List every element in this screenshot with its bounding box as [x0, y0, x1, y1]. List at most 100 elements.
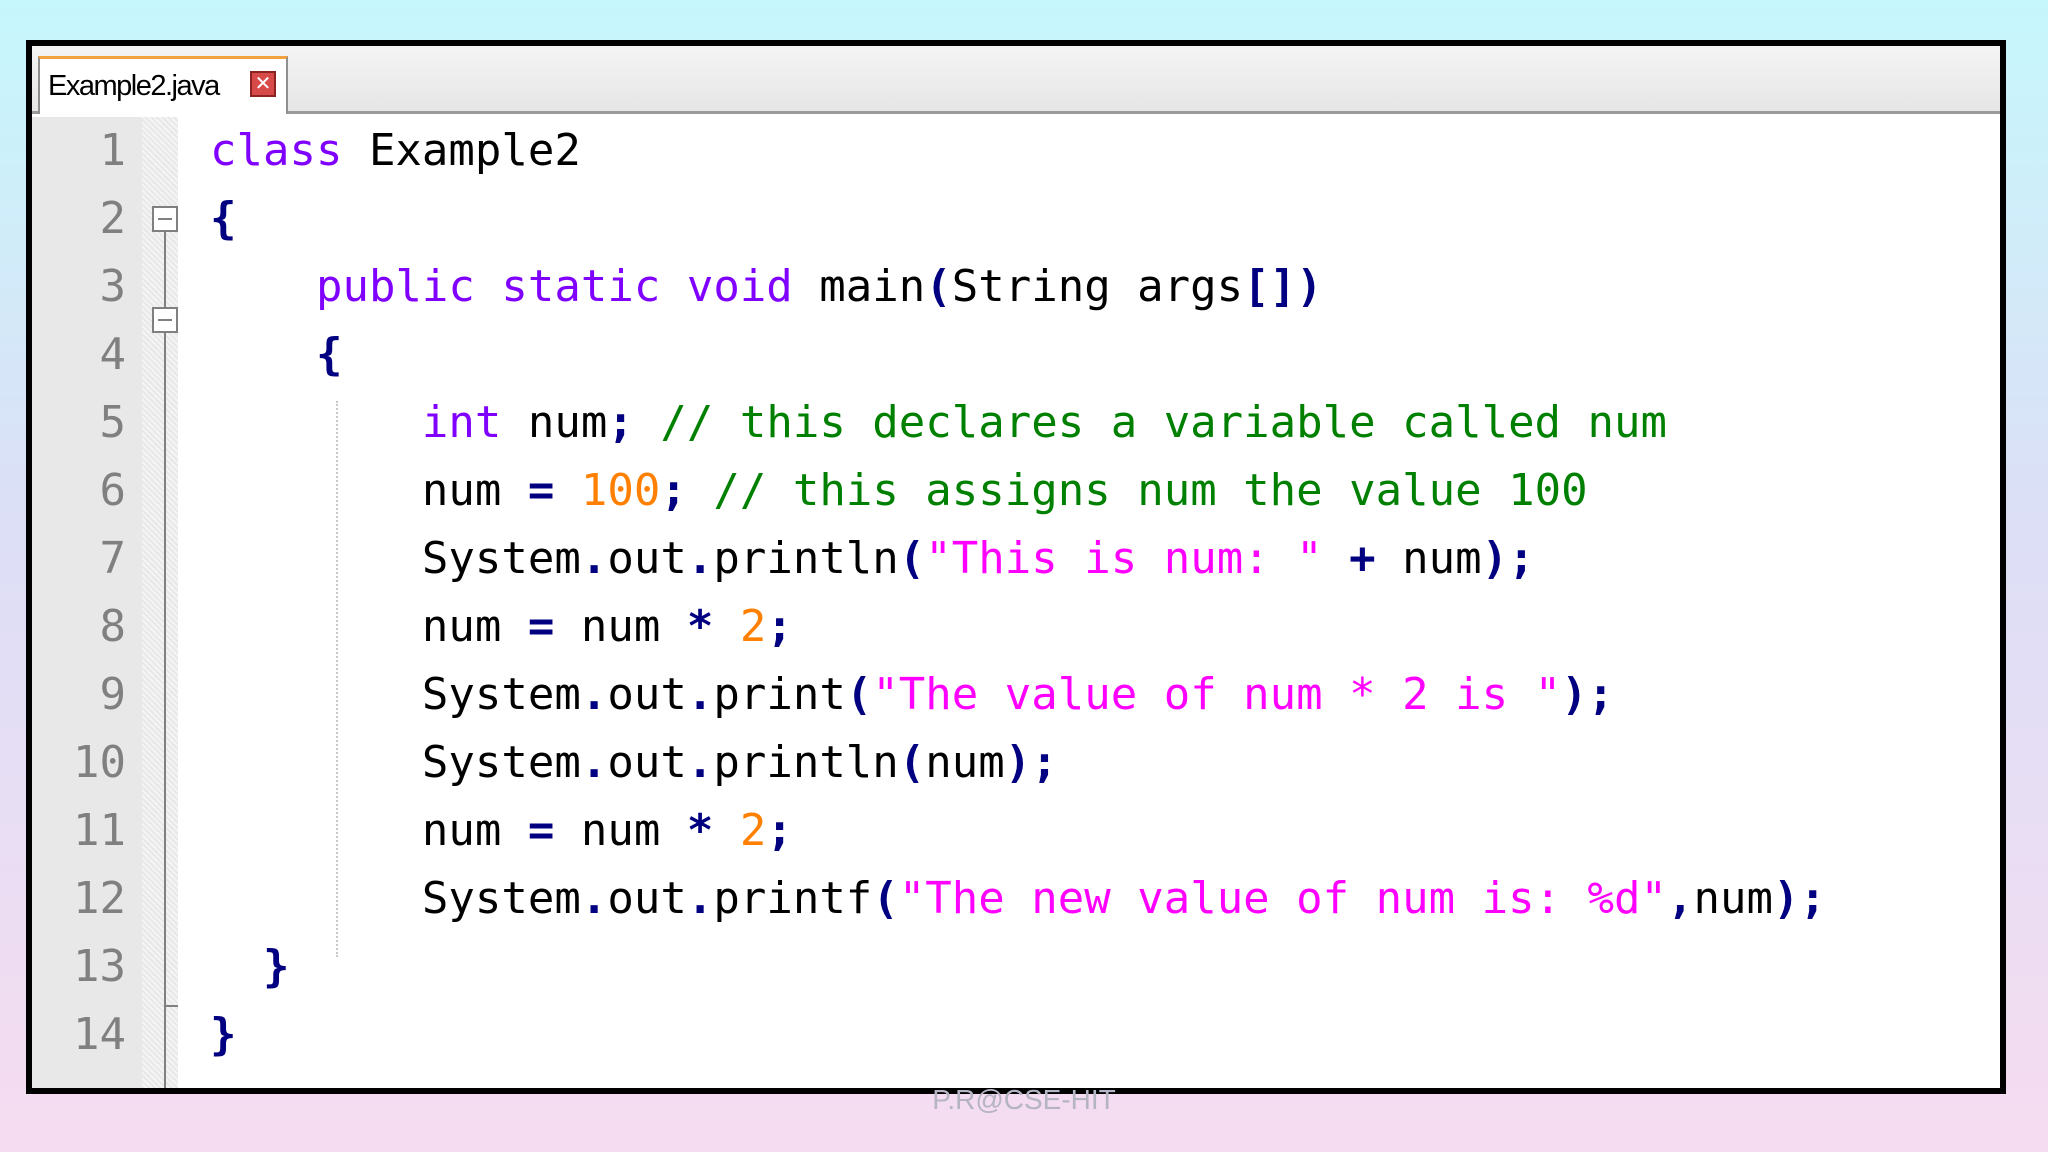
operator-token: ( — [898, 533, 926, 584]
code-text[interactable]: System.out.println("This is num: " + num… — [210, 525, 1535, 593]
operator-token: ; — [766, 601, 793, 652]
line-number: 2 — [99, 193, 127, 244]
operator-token: . — [686, 669, 714, 720]
code-line[interactable]: 8 num = num * 2; — [32, 593, 2000, 661]
line-number: 14 — [73, 1009, 126, 1060]
operator-token: * — [686, 805, 714, 856]
fold-end-marker — [164, 1005, 178, 1007]
plain-token: printf — [713, 873, 873, 924]
operator-token: . — [580, 669, 608, 720]
line-number: 12 — [73, 873, 126, 924]
operator-token: ; — [607, 397, 634, 448]
string-token: "The value of num * 2 is " — [872, 669, 1562, 720]
keyword-token: public static void — [315, 261, 793, 312]
operator-token: . — [686, 533, 714, 584]
fold-collapse-icon[interactable] — [152, 206, 178, 232]
code-line[interactable]: 2{ — [32, 185, 2000, 253]
operator-token: = — [527, 465, 555, 516]
operator-token: ( — [872, 873, 899, 924]
code-text[interactable]: { — [210, 185, 237, 253]
plain-token: num — [554, 805, 687, 856]
plain-token: out — [607, 669, 687, 720]
plain-token: num — [210, 805, 528, 856]
line-number: 1 — [99, 125, 127, 176]
line-number: 10 — [73, 737, 126, 788]
code-line[interactable]: 7 System.out.println("This is num: " + n… — [32, 525, 2000, 593]
operator-token: . — [686, 873, 714, 924]
code-line[interactable]: 10 System.out.println(num); — [32, 729, 2000, 797]
code-text[interactable]: int num; // this declares a variable cal… — [210, 389, 1667, 457]
operator-token: . — [580, 737, 608, 788]
line-number: 4 — [99, 329, 127, 380]
code-line[interactable]: 14} — [32, 1001, 2000, 1069]
plain-token: System — [210, 873, 581, 924]
code-line[interactable]: 4 { — [32, 321, 2000, 389]
plain-token: main — [792, 261, 926, 312]
operator-token: = — [527, 805, 555, 856]
line-number: 5 — [99, 397, 127, 448]
keyword-token: int — [421, 397, 502, 448]
plain-token: num — [210, 601, 528, 652]
slide-footer: P.R@CSE-HIT — [932, 1084, 1116, 1115]
line-number: 6 — [99, 465, 127, 516]
operator-token: = — [527, 601, 555, 652]
code-text[interactable]: } — [210, 1001, 237, 1069]
operator-token: ( — [845, 669, 873, 720]
operator-token: * — [686, 601, 714, 652]
plain-token: System — [210, 737, 581, 788]
plain-token: num — [1375, 533, 1482, 584]
code-line[interactable]: 9 System.out.print("The value of num * 2… — [32, 661, 2000, 729]
operator-token: ; — [766, 805, 793, 856]
number-token: 2 — [739, 601, 767, 652]
code-text[interactable]: class Example2 — [210, 117, 581, 185]
operator-token: . — [686, 737, 714, 788]
code-text[interactable]: public static void main(String args[]) — [210, 253, 1323, 321]
plain-token: println — [713, 737, 899, 788]
string-token: "The new value of num is: %d" — [898, 873, 1668, 924]
code-editor[interactable]: 1 class Example2 2{3 public static void ma… — [32, 117, 2000, 1088]
code-text[interactable]: { — [210, 321, 343, 389]
plain-token: num — [501, 397, 608, 448]
close-icon[interactable]: ✕ — [250, 71, 276, 97]
line-number: 9 — [99, 669, 127, 720]
operator-token: + — [1349, 533, 1376, 584]
code-text[interactable]: } — [210, 933, 290, 1001]
code-line[interactable]: 1 class Example2 — [32, 117, 2000, 185]
code-line[interactable]: 11 num = num * 2; — [32, 797, 2000, 865]
code-line[interactable]: 3 public static void main(String args[]) — [32, 253, 2000, 321]
operator-token: . — [580, 873, 608, 924]
code-line[interactable]: 6 num = 100; // this assigns num the val… — [32, 457, 2000, 525]
code-text[interactable]: num = num * 2; — [210, 593, 793, 661]
code-text[interactable]: num = num * 2; — [210, 797, 793, 865]
operator-token: ); — [1773, 873, 1826, 924]
tab-label: Example2.java — [48, 70, 220, 102]
string-token: "This is num: " — [925, 533, 1323, 584]
operator-token: ); — [1004, 737, 1058, 788]
operator-token: { — [210, 193, 237, 244]
code-text[interactable]: num = 100; // this assigns num the value… — [210, 457, 1588, 525]
code-line[interactable]: 13 } — [32, 933, 2000, 1001]
plain-token: out — [607, 533, 687, 584]
code-line[interactable]: 5 int num; // this declares a variable c… — [32, 389, 2000, 457]
tab-example2-java[interactable]: Example2.java ✕ — [38, 56, 288, 114]
code-text[interactable]: System.out.printf("The new value of num … — [210, 865, 1826, 933]
number-token: 100 — [580, 465, 661, 516]
fold-collapse-icon[interactable] — [152, 307, 178, 333]
plain-token: num — [1693, 873, 1774, 924]
line-number: 11 — [73, 805, 126, 856]
plain-token: num — [925, 737, 1005, 788]
operator-token: } — [210, 1009, 237, 1060]
operator-token: ( — [925, 261, 952, 312]
operator-token: ); — [1481, 533, 1535, 584]
code-text[interactable]: System.out.print("The value of num * 2 i… — [210, 661, 1614, 729]
operator-token: ; — [660, 465, 687, 516]
line-number: 3 — [99, 261, 127, 312]
operator-token: . — [580, 533, 608, 584]
code-line[interactable]: 12 System.out.printf("The new value of n… — [32, 865, 2000, 933]
